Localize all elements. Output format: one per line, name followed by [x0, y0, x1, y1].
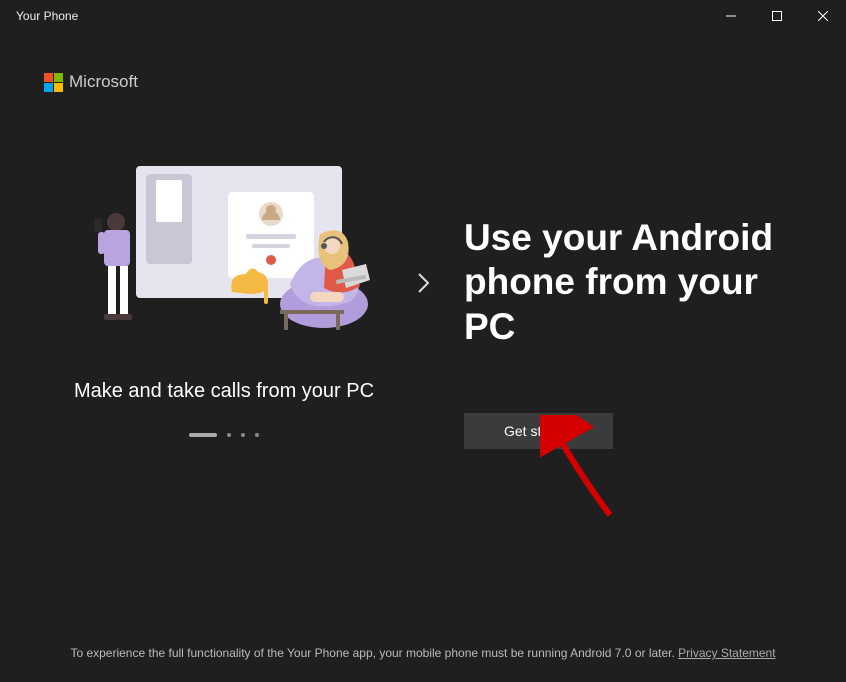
maximize-button[interactable]	[754, 0, 800, 32]
page-heading: Use your Android phone from your PC	[464, 216, 802, 349]
get-started-button[interactable]: Get started	[464, 413, 613, 449]
window-controls	[708, 0, 846, 32]
pager-dot-2[interactable]	[227, 433, 231, 437]
maximize-icon	[772, 11, 782, 21]
footer: To experience the full functionality of …	[0, 646, 846, 660]
minimize-icon	[726, 11, 736, 21]
pager-dot-3[interactable]	[241, 433, 245, 437]
close-icon	[818, 11, 828, 21]
microsoft-logo-text: Microsoft	[69, 72, 138, 92]
titlebar: Your Phone	[0, 0, 846, 32]
app-title: Your Phone	[16, 9, 78, 23]
microsoft-logo: Microsoft	[44, 72, 802, 92]
pager-dot-1[interactable]	[189, 433, 217, 437]
minimize-button[interactable]	[708, 0, 754, 32]
pager-dot-4[interactable]	[255, 433, 259, 437]
privacy-statement-link[interactable]: Privacy Statement	[678, 646, 775, 660]
heading-column: Use your Android phone from your PC Get …	[444, 162, 802, 449]
content-area: Microsoft	[0, 32, 846, 682]
hero-column: Make and take calls from your PC	[44, 162, 404, 437]
close-button[interactable]	[800, 0, 846, 32]
carousel-next[interactable]	[404, 162, 444, 294]
app-window: Your Phone Microsoft	[0, 0, 846, 682]
carousel-pager	[189, 433, 259, 437]
microsoft-logo-icon	[44, 73, 63, 92]
hero-illustration	[74, 162, 374, 342]
chevron-right-icon	[417, 272, 431, 294]
main-row: Make and take calls from your PC Use you…	[44, 162, 802, 449]
footer-text: To experience the full functionality of …	[70, 646, 678, 660]
hero-caption: Make and take calls from your PC	[74, 380, 374, 403]
